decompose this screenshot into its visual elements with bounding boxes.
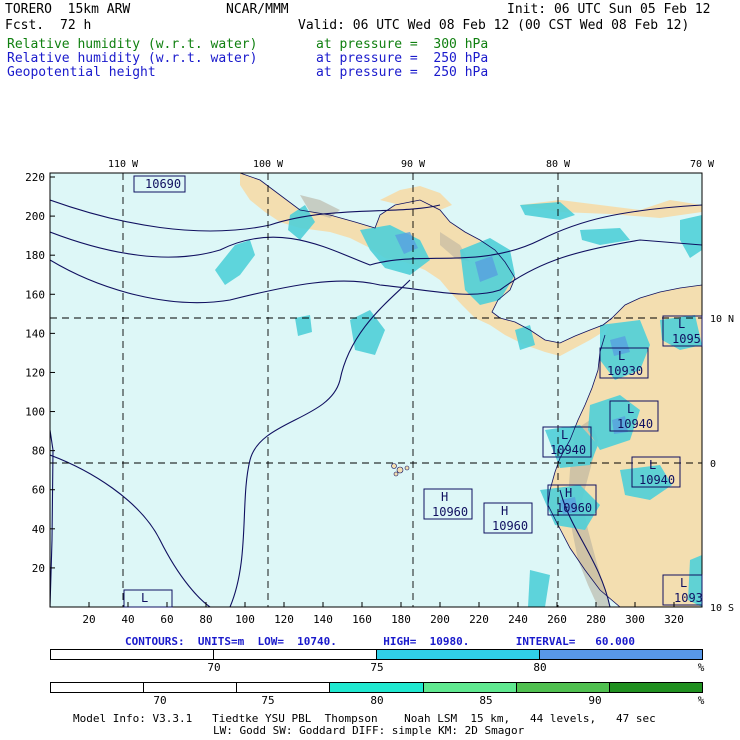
colorbar-250hpa	[50, 682, 703, 693]
x-tick-label: 200	[430, 613, 450, 625]
y-tick-label: 160	[25, 288, 45, 301]
colorbar-segment	[237, 683, 331, 692]
svg-text:10960: 10960	[432, 505, 468, 519]
island	[393, 471, 399, 477]
island	[396, 466, 404, 474]
svg-text:1095: 1095	[672, 332, 701, 346]
colorbar-label: 90	[588, 694, 602, 707]
svg-text:1093: 1093	[674, 591, 703, 605]
lat-labels: 10 N 0 10 S	[710, 314, 734, 614]
svg-text:L: L	[649, 458, 656, 472]
weather-map: 10690 L 10930 L 10940 L 10940 L 10940 H …	[25, 159, 734, 625]
svg-text:10960: 10960	[492, 519, 528, 533]
svg-text:10960: 10960	[556, 501, 592, 515]
x-tick-label: 100	[235, 613, 255, 625]
svg-text:L: L	[141, 591, 148, 605]
colorbar-segment	[377, 650, 540, 659]
colorbar-unit: %	[697, 661, 705, 674]
colorbar-label: 85	[479, 694, 493, 707]
y-tick-label: 40	[32, 523, 45, 536]
y-tick-label: 220	[25, 171, 45, 184]
x-tick-label: 80	[199, 613, 212, 625]
colorbar-segment	[144, 683, 238, 692]
height-label-box: 10690	[133, 175, 186, 193]
lon-label: 100 W	[253, 159, 284, 170]
x-tick-label: 20	[82, 613, 95, 625]
colorbar-label: 70	[207, 661, 221, 674]
y-tick-label: 180	[25, 249, 45, 262]
svg-text:10940: 10940	[617, 417, 653, 431]
physics-info: LW: Godd SW: Goddard DIFF: simple KM: 2D…	[213, 724, 525, 737]
svg-text:L: L	[680, 576, 687, 590]
x-tick-label: 160	[352, 613, 372, 625]
y-tick-label: 20	[32, 562, 45, 575]
lon-label: 90 W	[401, 159, 426, 170]
lat-label: 10 N	[710, 314, 734, 325]
y-tick-label: 140	[25, 327, 45, 340]
colorbar-label: 75	[261, 694, 275, 707]
x-tick-label: 40	[121, 613, 134, 625]
colorbar-300hpa	[50, 649, 703, 660]
svg-text:H: H	[565, 486, 572, 500]
y-tick-label: 120	[25, 366, 45, 379]
x-tick-label: 180	[391, 613, 411, 625]
colorbar-segment	[609, 683, 702, 692]
colorbar-segment	[540, 650, 702, 659]
lon-label: 110 W	[108, 159, 139, 170]
colorbar-segment	[516, 683, 610, 692]
x-tick-label: 120	[274, 613, 294, 625]
y-tick-label: 100	[25, 406, 45, 419]
y-tick-label: 200	[25, 210, 45, 223]
x-tick-label: 240	[508, 613, 528, 625]
y-tick-label: 80	[32, 445, 45, 458]
lon-label: 70 W	[690, 159, 715, 170]
contour-info: CONTOURS: UNITS=m LOW= 10740. HIGH= 1098…	[125, 635, 635, 648]
svg-text:H: H	[501, 504, 508, 518]
colorbar-label: 80	[370, 694, 384, 707]
hl-value: 10690	[145, 177, 181, 191]
colorbar-segment	[330, 683, 424, 692]
lon-labels: 110 W 100 W 90 W 80 W 70 W	[108, 159, 715, 170]
x-tick-label: 280	[586, 613, 606, 625]
x-tick-label: 60	[160, 613, 173, 625]
colorbar-label: 70	[153, 694, 167, 707]
colorbar-segment	[51, 683, 145, 692]
svg-text:L: L	[627, 402, 634, 416]
island	[391, 463, 397, 469]
svg-text:L: L	[561, 428, 568, 442]
colorbar-segment	[423, 683, 517, 692]
x-tick-label: 220	[469, 613, 489, 625]
y-tick-label: 60	[32, 484, 45, 497]
x-tick-label: 320	[664, 613, 684, 625]
colorbar-segment	[214, 650, 377, 659]
svg-text:10940: 10940	[550, 443, 586, 457]
svg-text:10930: 10930	[607, 364, 643, 378]
svg-text:L: L	[678, 317, 685, 331]
x-tick-label: 140	[313, 613, 333, 625]
lat-label: 0	[710, 459, 716, 470]
colorbar-segment	[51, 650, 214, 659]
lon-label: 80 W	[546, 159, 571, 170]
island	[404, 465, 410, 471]
lat-label: 10 S	[710, 603, 734, 614]
colorbar-label: 80	[533, 661, 547, 674]
colorbar-label: 75	[370, 661, 384, 674]
x-tick-label: 300	[625, 613, 645, 625]
svg-text:L: L	[618, 349, 625, 363]
x-tick-label: 260	[547, 613, 567, 625]
svg-text:H: H	[441, 490, 448, 504]
svg-text:10940: 10940	[639, 473, 675, 487]
colorbar-unit: %	[697, 694, 705, 707]
